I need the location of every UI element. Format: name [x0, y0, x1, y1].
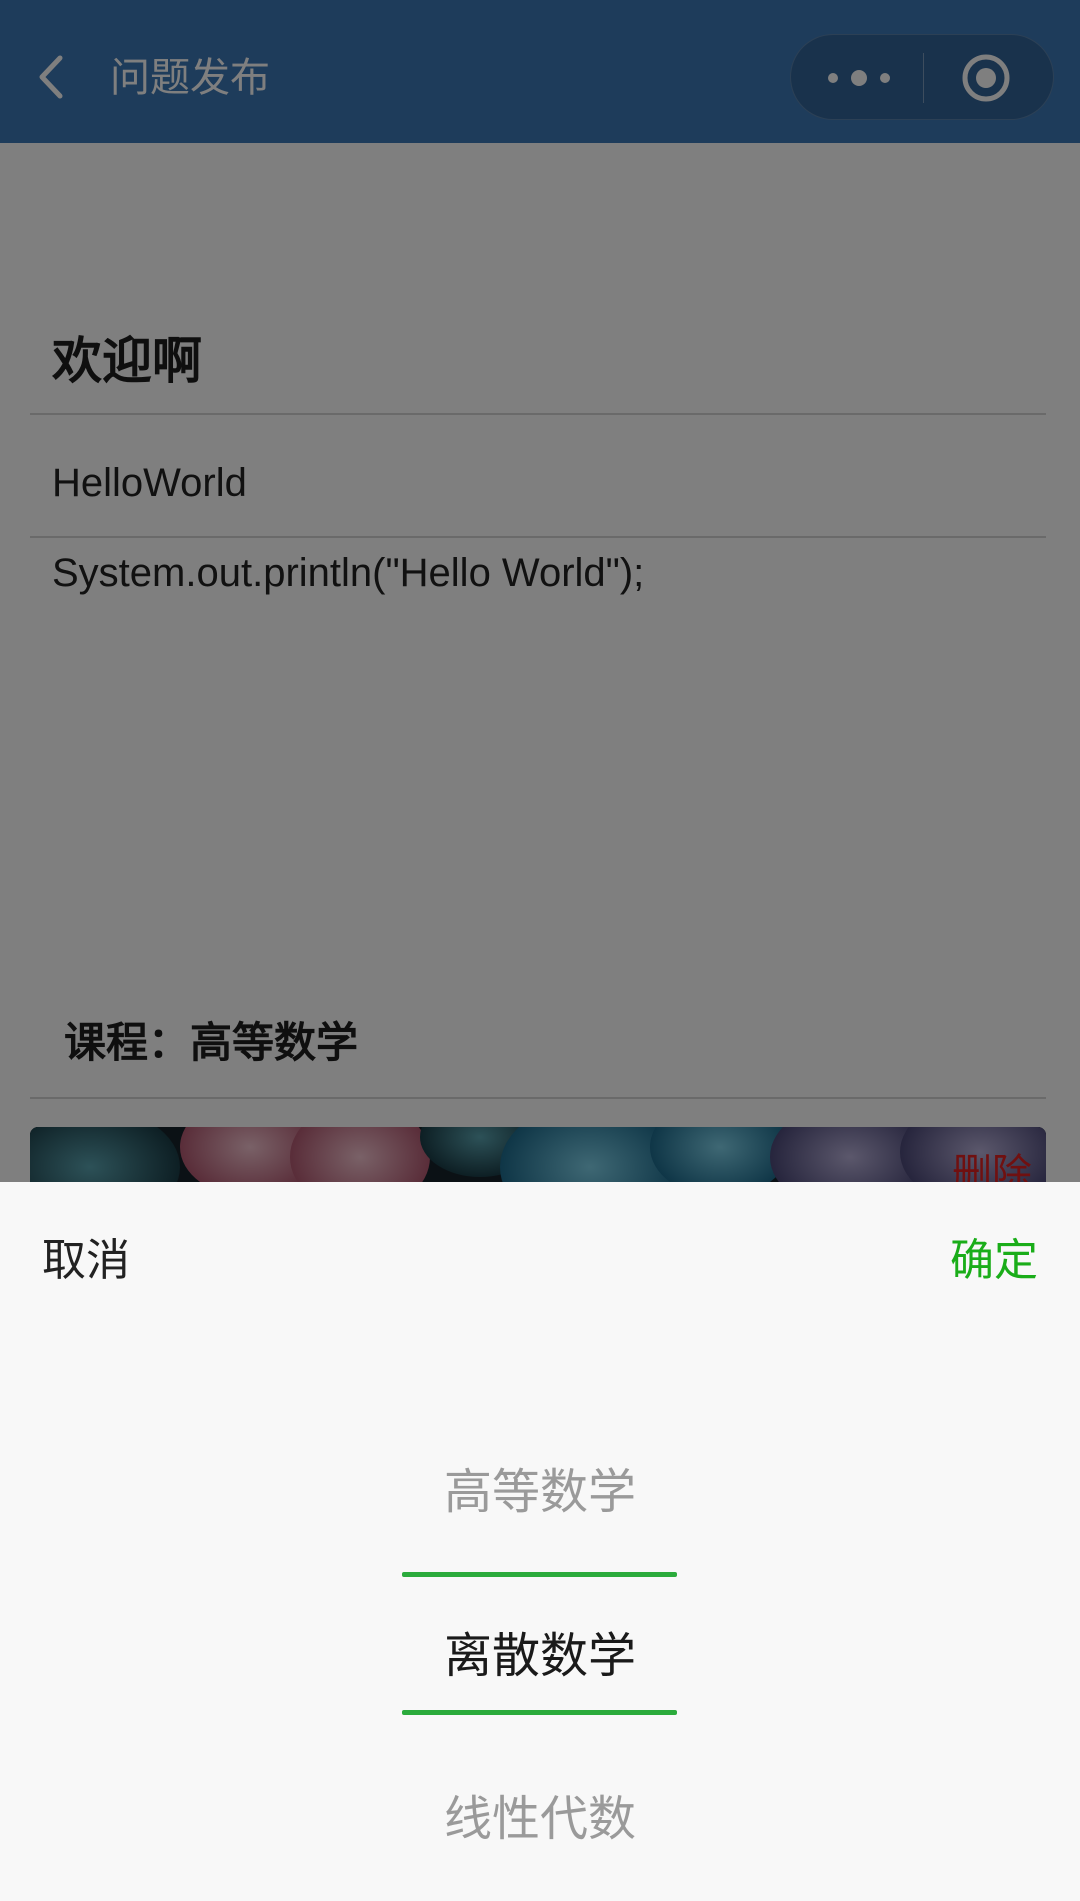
- picker-option-selected[interactable]: 离散数学: [0, 1616, 1080, 1686]
- picker-option[interactable]: 线性代数: [0, 1779, 1080, 1849]
- picker-option[interactable]: 高等数学: [0, 1452, 1080, 1522]
- course-picker: 取消 确定 高等数学 离散数学 线性代数: [0, 1182, 1080, 1901]
- picker-indicator-line: [402, 1572, 677, 1577]
- picker-column[interactable]: 高等数学 离散数学 线性代数: [0, 1182, 1080, 1901]
- page: 问题发布 欢迎啊 HelloWorld System.out.: [0, 0, 1080, 1901]
- picker-indicator-line: [402, 1710, 677, 1715]
